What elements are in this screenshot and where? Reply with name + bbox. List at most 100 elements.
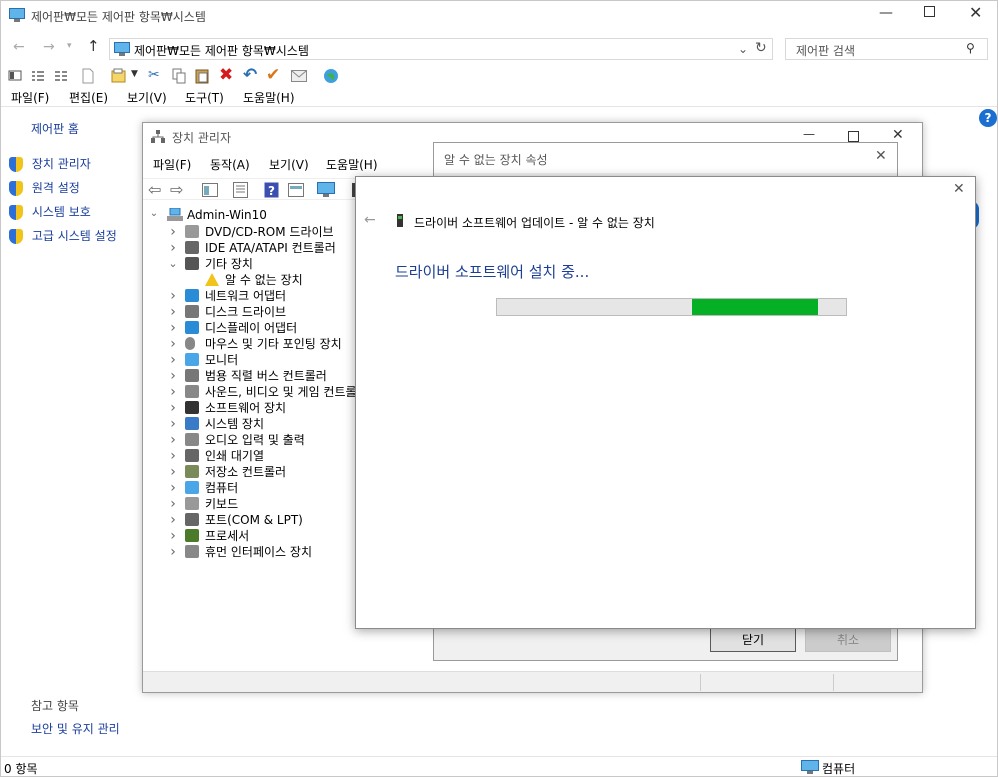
address-chevron-down-icon[interactable]: ⌄ [738,42,748,56]
paste-icon[interactable] [195,68,211,84]
chevron-right-icon[interactable]: › [167,240,179,256]
cut-icon[interactable]: ✂ [148,67,160,83]
sidebar-home-link[interactable]: 제어판 홈 [31,120,79,137]
maximize-button[interactable] [924,6,935,17]
properties-icon[interactable] [111,68,127,84]
chevron-right-icon[interactable]: › [167,336,179,352]
tree-category-item[interactable]: › 키보드 [145,496,355,512]
wizard-close-icon[interactable]: ✕ [953,181,965,197]
wizard-back-arrow-icon[interactable]: ← [364,212,376,228]
tree-category-item[interactable]: › 프로세서 [145,528,355,544]
cancel-button[interactable]: 취소 [805,628,891,652]
chevron-right-icon[interactable]: › [167,416,179,432]
tree-category-item[interactable]: › 디스플레이 어댑터 [145,320,355,336]
properties-close-icon[interactable]: ✕ [875,148,887,164]
security-maintenance-link[interactable]: 보안 및 유지 관리 [31,720,120,737]
tree-category-item[interactable]: › 마우스 및 기타 포인팅 장치 [145,336,355,352]
menu-view[interactable]: 보기(V) [127,89,167,106]
dm-view-icon[interactable] [288,183,304,197]
tree-category-item[interactable]: › IDE ATA/ATAPI 컨트롤러 [145,240,355,256]
tree-category-item[interactable]: › 휴먼 인터페이스 장치 [145,544,355,560]
menu-edit[interactable]: 편집(E) [69,89,108,106]
undo-icon[interactable]: ↶ [243,65,257,85]
dm-menu-file[interactable]: 파일(F) [153,156,191,173]
dm-maximize-button[interactable] [848,131,859,142]
sidebar-item-device-manager[interactable]: 장치 관리자 [9,155,129,173]
tree-category-item[interactable]: › 컴퓨터 [145,480,355,496]
recent-chevron-down-icon[interactable]: ▾ [67,41,72,51]
dm-menu-action[interactable]: 동작(A) [210,156,250,173]
dm-scan-hardware-icon[interactable] [317,182,335,198]
tree-category-item[interactable]: › 사운드, 비디오 및 게임 컨트롤러 [145,384,355,400]
close-button[interactable]: ✕ [969,3,982,22]
view-details-icon[interactable] [54,69,68,83]
copy-icon[interactable] [171,68,187,84]
dm-menu-view[interactable]: 보기(V) [269,156,309,173]
tree-root-label[interactable]: Admin-Win10 [187,208,267,222]
chevron-right-icon[interactable]: › [167,320,179,336]
search-input[interactable]: 제어판 검색 [796,42,855,59]
root-chevron-down-icon[interactable]: ⌄ [148,208,160,219]
menu-help[interactable]: 도움말(H) [243,89,295,106]
back-arrow-icon[interactable]: ← [13,39,25,55]
tree-category-item[interactable]: › 범용 직렬 버스 컨트롤러 [145,368,355,384]
dm-menu-help[interactable]: 도움말(H) [326,156,378,173]
chevron-right-icon[interactable]: › [167,480,179,496]
chevron-right-icon[interactable]: › [167,352,179,368]
chevron-right-icon[interactable]: › [167,512,179,528]
search-box[interactable]: 제어판 검색 ⚲ [785,38,988,60]
tree-category-item[interactable]: › 시스템 장치 [145,416,355,432]
email-icon[interactable] [291,70,307,82]
sidebar-item-system-protection[interactable]: 시스템 보호 [9,203,129,221]
tree-category-item[interactable]: ⌄ 기타 장치 [145,256,355,272]
help-icon[interactable]: ? [979,109,997,127]
address-bar[interactable]: 제어판₩모든 제어판 항목₩시스템 ⌄ ↻ [109,38,773,60]
menu-file[interactable]: 파일(F) [11,89,49,106]
refresh-icon[interactable]: ↻ [755,40,767,56]
chevron-right-icon[interactable]: › [167,448,179,464]
tree-category-item[interactable]: › 디스크 드라이브 [145,304,355,320]
sidebar-item-remote-settings[interactable]: 원격 설정 [9,179,129,197]
sidebar-item-advanced-settings[interactable]: 고급 시스템 설정 [9,227,134,245]
delete-icon[interactable]: ✖ [219,65,233,85]
up-arrow-icon[interactable]: ↑ [87,37,100,55]
properties-chevron-down-icon[interactable]: ▼ [131,69,138,79]
close-button[interactable]: 닫기 [710,628,796,652]
dm-help-icon[interactable]: ? [264,182,279,198]
dm-show-hide-tree-icon[interactable] [202,183,218,197]
chevron-right-icon[interactable]: › [167,304,179,320]
tree-category-item[interactable]: › 모니터 [145,352,355,368]
new-document-icon[interactable] [81,68,95,84]
chevron-right-icon[interactable]: › [167,368,179,384]
tree-category-item[interactable]: › DVD/CD-ROM 드라이브 [145,224,355,240]
dm-close-button[interactable]: ✕ [892,127,904,143]
search-icon[interactable]: ⚲ [966,41,975,55]
chevron-down-icon[interactable]: ⌄ [167,256,179,272]
minimize-button[interactable]: — [879,5,893,21]
dm-back-icon[interactable]: ⇦ [148,180,161,199]
chevron-right-icon[interactable]: › [167,528,179,544]
chevron-right-icon[interactable]: › [167,288,179,304]
menu-tools[interactable]: 도구(T) [185,89,224,106]
view-list-icon[interactable] [31,69,45,83]
dm-minimize-button[interactable]: — [803,127,815,141]
tree-child-item[interactable]: 알 수 없는 장치 [145,272,355,288]
tree-category-item[interactable]: › 저장소 컨트롤러 [145,464,355,480]
chevron-right-icon[interactable]: › [167,544,179,560]
dm-forward-icon[interactable]: ⇨ [170,180,183,199]
checkmark-icon[interactable]: ✔ [266,65,280,85]
chevron-right-icon[interactable]: › [167,400,179,416]
dm-properties-icon[interactable] [233,182,248,198]
chevron-right-icon[interactable]: › [167,384,179,400]
chevron-right-icon[interactable]: › [167,464,179,480]
tree-category-item[interactable]: › 포트(COM & LPT) [145,512,355,528]
tree-category-item[interactable]: › 네트워크 어댑터 [145,288,355,304]
chevron-right-icon[interactable]: › [167,496,179,512]
chevron-right-icon[interactable]: › [167,432,179,448]
globe-icon[interactable] [323,68,339,84]
forward-arrow-icon[interactable]: → [43,39,55,55]
chevron-right-icon[interactable]: › [167,224,179,240]
tree-category-item[interactable]: › 오디오 입력 및 출력 [145,432,355,448]
tree-category-item[interactable]: › 인쇄 대기열 [145,448,355,464]
tree-category-item[interactable]: › 소프트웨어 장치 [145,400,355,416]
